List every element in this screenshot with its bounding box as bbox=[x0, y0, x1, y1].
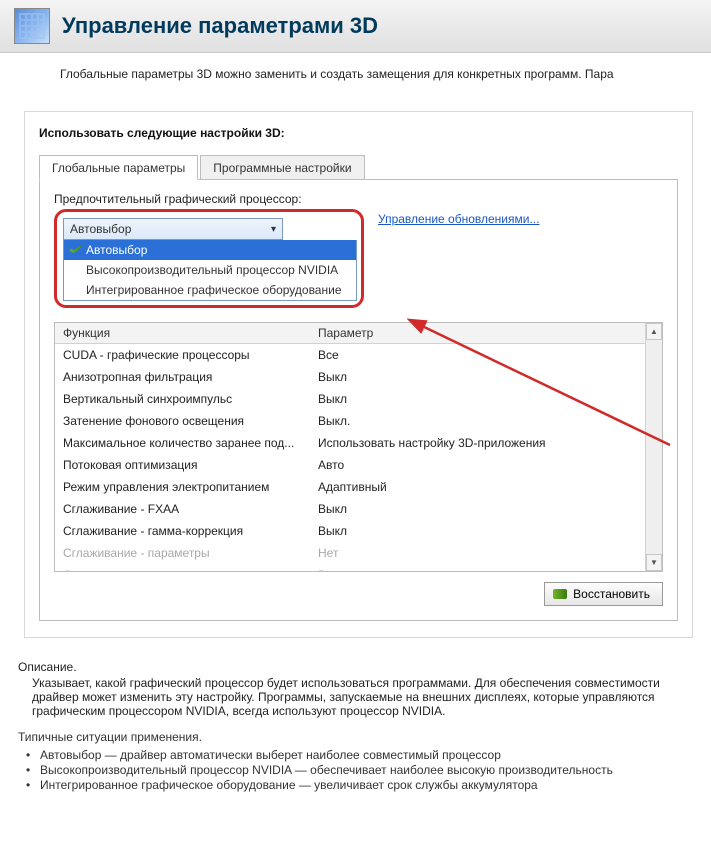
table-row[interactable]: Максимальное количество заранее под...Ис… bbox=[55, 432, 645, 454]
row-feature: Сглаживание - FXAA bbox=[55, 499, 310, 519]
description-title: Описание. bbox=[18, 660, 689, 674]
row-feature: Сглаживание - прозрачность bbox=[55, 565, 310, 571]
scroll-up-icon[interactable]: ▲ bbox=[646, 323, 662, 340]
chevron-down-icon: ▾ bbox=[271, 224, 276, 235]
col-param: Параметр bbox=[310, 323, 645, 343]
manage-updates-link[interactable]: Управление обновлениями... bbox=[378, 212, 539, 226]
page-title: Управление параметрами 3D bbox=[62, 13, 378, 39]
gpu-combo[interactable]: Автовыбор ▾ bbox=[63, 218, 283, 240]
row-feature: Вертикальный синхроимпульс bbox=[55, 389, 310, 409]
table-row[interactable]: Сглаживание - прозрачностьВыкл bbox=[55, 564, 645, 571]
panel-label: Использовать следующие настройки 3D: bbox=[39, 126, 678, 140]
gpu-option-nvidia[interactable]: Высокопроизводительный процессор NVIDIA bbox=[64, 260, 356, 280]
row-value: Выкл bbox=[310, 367, 645, 387]
tabs: Глобальные параметры Программные настрой… bbox=[39, 154, 678, 180]
typical-item: Высокопроизводительный процессор NVIDIA … bbox=[38, 763, 689, 777]
restore-button[interactable]: Восстановить bbox=[544, 582, 663, 606]
row-feature: Потоковая оптимизация bbox=[55, 455, 310, 475]
row-value: Использовать настройку 3D-приложения bbox=[310, 433, 645, 453]
gpu-row: Автовыбор ▾ Автовыбор Высокопроизводител… bbox=[54, 209, 663, 308]
row-value: Авто bbox=[310, 455, 645, 475]
row-value: Выкл bbox=[310, 565, 645, 571]
highlight-box: Автовыбор ▾ Автовыбор Высокопроизводител… bbox=[54, 209, 364, 308]
table-row[interactable]: Сглаживание - FXAAВыкл bbox=[55, 498, 645, 520]
table-row[interactable]: Анизотропная фильтрацияВыкл bbox=[55, 366, 645, 388]
tab-global[interactable]: Глобальные параметры bbox=[39, 155, 198, 180]
scrollbar[interactable]: ▲ ▼ bbox=[645, 323, 662, 571]
row-value: Выкл bbox=[310, 389, 645, 409]
table-row[interactable]: Сглаживание - гамма-коррекцияВыкл bbox=[55, 520, 645, 542]
app-3d-icon bbox=[14, 8, 50, 44]
nvidia-icon bbox=[553, 589, 567, 599]
col-feature: Функция bbox=[55, 323, 310, 343]
typical-title: Типичные ситуации применения. bbox=[18, 730, 689, 744]
header: Управление параметрами 3D bbox=[0, 0, 711, 53]
row-feature: Анизотропная фильтрация bbox=[55, 367, 310, 387]
gpu-dropdown: Автовыбор Высокопроизводительный процесс… bbox=[63, 240, 357, 301]
scroll-down-icon[interactable]: ▼ bbox=[646, 554, 662, 571]
row-value: Выкл bbox=[310, 499, 645, 519]
restore-button-label: Восстановить bbox=[573, 587, 650, 601]
row-value: Выкл bbox=[310, 521, 645, 541]
table-row[interactable]: Потоковая оптимизацияАвто bbox=[55, 454, 645, 476]
typical-item: Интегрированное графическое оборудование… bbox=[38, 778, 689, 792]
description-section: Описание. Указывает, какой графический п… bbox=[0, 652, 711, 724]
row-value: Все bbox=[310, 345, 645, 365]
row-value: Адаптивный bbox=[310, 477, 645, 497]
row-value: Нет bbox=[310, 543, 645, 563]
row-feature: Максимальное количество заранее под... bbox=[55, 433, 310, 453]
tab-body: Предпочтительный графический процессор: … bbox=[39, 180, 678, 621]
intro-text: Глобальные параметры 3D можно заменить и… bbox=[0, 53, 711, 87]
gpu-selector-label: Предпочтительный графический процессор: bbox=[54, 192, 663, 206]
row-feature: Режим управления электропитанием bbox=[55, 477, 310, 497]
row-feature: CUDA - графические процессоры bbox=[55, 345, 310, 365]
list-header: Функция Параметр bbox=[55, 323, 645, 344]
table-row[interactable]: Вертикальный синхроимпульсВыкл bbox=[55, 388, 645, 410]
row-feature: Затенение фонового освещения bbox=[55, 411, 310, 431]
row-feature: Сглаживание - параметры bbox=[55, 543, 310, 563]
description-body: Указывает, какой графический процессор б… bbox=[18, 676, 689, 718]
settings-panel: Использовать следующие настройки 3D: Гло… bbox=[24, 111, 693, 638]
gpu-option-integrated[interactable]: Интегрированное графическое оборудование bbox=[64, 280, 356, 300]
row-value: Выкл. bbox=[310, 411, 645, 431]
settings-list: Функция Параметр CUDA - графические проц… bbox=[54, 322, 663, 572]
gpu-option-auto[interactable]: Автовыбор bbox=[64, 240, 356, 260]
typical-section: Типичные ситуации применения. Автовыбор … bbox=[0, 724, 711, 803]
table-row[interactable]: CUDA - графические процессорыВсе bbox=[55, 344, 645, 366]
table-row[interactable]: Затенение фонового освещенияВыкл. bbox=[55, 410, 645, 432]
table-row[interactable]: Сглаживание - параметрыНет bbox=[55, 542, 645, 564]
typical-item: Автовыбор — драйвер автоматически выбере… bbox=[38, 748, 689, 762]
settings-area: Функция Параметр CUDA - графические проц… bbox=[54, 322, 663, 606]
tab-program[interactable]: Программные настройки bbox=[200, 155, 364, 180]
row-feature: Сглаживание - гамма-коррекция bbox=[55, 521, 310, 541]
table-row[interactable]: Режим управления электропитаниемАдаптивн… bbox=[55, 476, 645, 498]
gpu-combo-value: Автовыбор bbox=[70, 222, 131, 236]
